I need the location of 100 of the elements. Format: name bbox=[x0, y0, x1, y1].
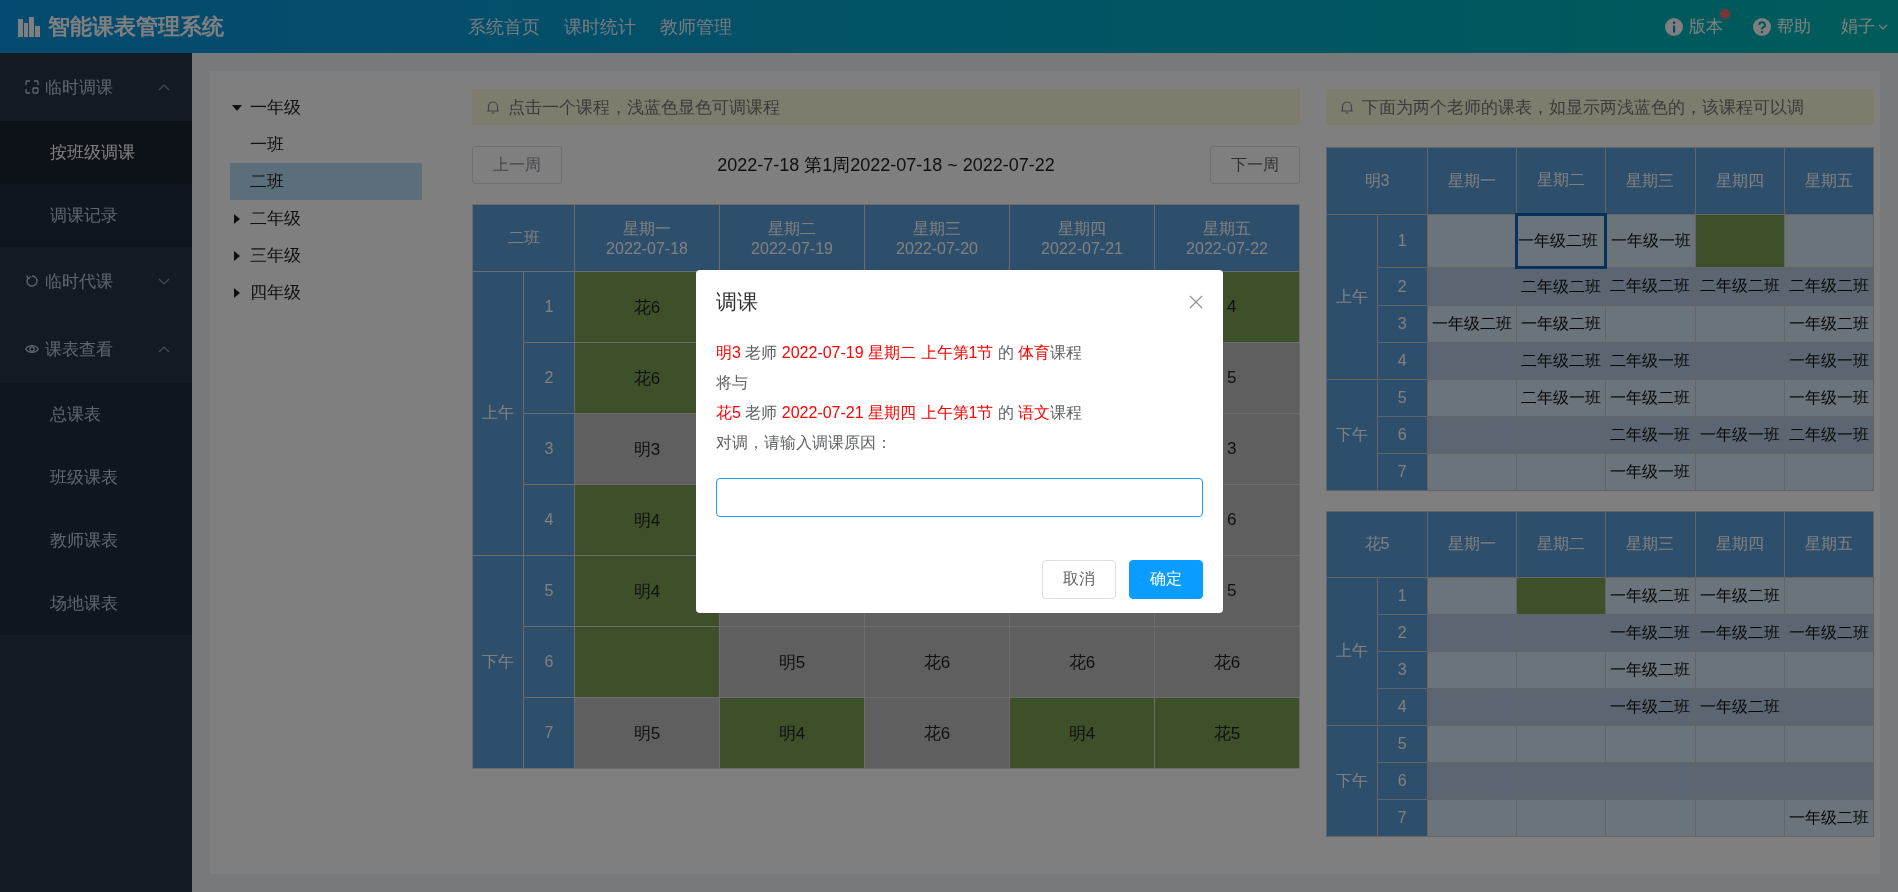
slot-number: 5 bbox=[1377, 725, 1428, 763]
column-header: 星期一 bbox=[1427, 511, 1517, 578]
lesson-cell[interactable]: 一年级二班 bbox=[1516, 305, 1606, 343]
lesson-cell[interactable]: 二年级二班 bbox=[1695, 267, 1785, 306]
lesson-cell[interactable]: 一年级一班 bbox=[1605, 214, 1696, 268]
slot-number: 2 bbox=[523, 342, 575, 414]
lesson-cell[interactable] bbox=[1695, 214, 1785, 268]
lesson-cell[interactable]: 明4 bbox=[1009, 697, 1155, 769]
lesson-cell[interactable]: 二年级二班 bbox=[1784, 267, 1874, 306]
tree-node[interactable]: 一年级 bbox=[230, 89, 422, 126]
cancel-button[interactable]: 取消 bbox=[1042, 560, 1116, 599]
lesson-cell[interactable]: 花6 bbox=[1154, 626, 1300, 698]
menu-item[interactable]: 场地课表 bbox=[0, 572, 192, 635]
menu-group[interactable]: 临时代课 bbox=[0, 247, 192, 315]
bell-icon bbox=[1340, 99, 1354, 115]
nav-link[interactable]: 教师管理 bbox=[660, 14, 732, 39]
caret-icon bbox=[1878, 23, 1888, 30]
column-header: 星期四 bbox=[1695, 147, 1785, 215]
user-menu[interactable]: 娟子 bbox=[1841, 15, 1888, 38]
column-header: 星期三 bbox=[1605, 511, 1696, 578]
confirm-button[interactable]: 确定 bbox=[1129, 560, 1203, 599]
weekday-label: 星期一 bbox=[622, 218, 672, 239]
corner-header: 二班 bbox=[472, 204, 575, 272]
slot-number: 6 bbox=[523, 626, 575, 698]
column-header: 星期二 bbox=[1516, 147, 1606, 215]
lesson-cell[interactable]: 花6 bbox=[864, 697, 1010, 769]
lesson-cell[interactable]: 一年级一班 bbox=[1605, 453, 1696, 491]
lesson-cell[interactable]: 一年级二班 bbox=[1605, 379, 1696, 417]
lesson-cell[interactable]: 二年级一班 bbox=[1605, 342, 1696, 380]
lesson-cell[interactable]: 二年级一班 bbox=[1605, 416, 1696, 454]
menu-item[interactable]: 按班级调课 bbox=[0, 121, 192, 184]
close-icon bbox=[1189, 295, 1203, 309]
tree-node[interactable]: 四年级 bbox=[230, 274, 422, 311]
chevron-up-icon bbox=[158, 83, 170, 91]
notice-text: 下面为两个老师的课表，如显示两浅蓝色的，该课程可以调 bbox=[1362, 96, 1804, 119]
lesson-cell[interactable] bbox=[1516, 577, 1606, 615]
logo-icon bbox=[18, 16, 40, 37]
menu-item[interactable]: 调课记录 bbox=[0, 184, 192, 247]
help-icon bbox=[1753, 17, 1771, 36]
slot-number: 4 bbox=[523, 484, 575, 556]
next-week-button[interactable]: 下一周 bbox=[1210, 146, 1300, 184]
lesson-cell[interactable]: 二年级二班 bbox=[1516, 342, 1606, 380]
slot-number: 4 bbox=[1377, 342, 1428, 380]
tree-node[interactable]: 二年级 bbox=[230, 200, 422, 237]
triangle-right-icon bbox=[232, 287, 242, 298]
lesson-cell[interactable]: 花5 bbox=[1154, 697, 1300, 769]
lesson-cell[interactable]: 花6 bbox=[864, 626, 1010, 698]
lesson-cell[interactable]: 二年级一班 bbox=[1516, 379, 1606, 417]
lesson-cell[interactable]: 一年级二班 bbox=[1516, 214, 1606, 268]
lesson-cell[interactable]: 一年级二班 bbox=[1784, 614, 1874, 652]
lesson-cell[interactable]: 一年级二班 bbox=[1427, 305, 1517, 343]
slot-number: 7 bbox=[1377, 453, 1428, 491]
lesson-cell[interactable]: 二年级二班 bbox=[1605, 267, 1696, 306]
tree-node[interactable]: 一班 bbox=[230, 126, 422, 163]
header-link[interactable]: 版本 bbox=[1665, 9, 1730, 38]
lesson-cell[interactable]: 二年级一班 bbox=[1784, 416, 1874, 454]
tree-node[interactable]: 三年级 bbox=[230, 237, 422, 274]
menu-item[interactable]: 总课表 bbox=[0, 383, 192, 446]
lesson-cell[interactable]: 一年级二班 bbox=[1695, 688, 1785, 726]
slot-number: 3 bbox=[1377, 305, 1428, 343]
lesson-cell[interactable]: 明5 bbox=[719, 626, 865, 698]
slot-number: 2 bbox=[1377, 614, 1428, 652]
nav-link[interactable]: 课时统计 bbox=[564, 14, 636, 39]
lesson-cell[interactable]: 一年级一班 bbox=[1784, 342, 1874, 380]
lesson-cell[interactable]: 一年级一班 bbox=[1784, 379, 1874, 417]
lesson-cell[interactable]: 一年级二班 bbox=[1695, 614, 1785, 652]
lesson-cell[interactable]: 一年级二班 bbox=[1695, 577, 1785, 615]
reason-field[interactable] bbox=[716, 478, 1203, 517]
slot-number: 2 bbox=[1377, 267, 1428, 306]
lesson-cell[interactable]: 明5 bbox=[574, 697, 720, 769]
menu-item[interactable]: 教师课表 bbox=[0, 509, 192, 572]
slot-number: 1 bbox=[1377, 214, 1428, 268]
tree-node[interactable]: 二班 bbox=[230, 163, 422, 200]
lesson-cell[interactable]: 二年级二班 bbox=[1516, 267, 1606, 306]
menu-item[interactable]: 班级课表 bbox=[0, 446, 192, 509]
period-label: 下午 bbox=[1326, 379, 1377, 491]
lesson-cell[interactable]: 一年级二班 bbox=[1605, 688, 1696, 726]
triangle-down-icon bbox=[232, 102, 242, 113]
lesson-cell[interactable]: 花6 bbox=[1009, 626, 1155, 698]
chevron-up-icon bbox=[158, 345, 170, 353]
lesson-cell[interactable]: 一年级一班 bbox=[1695, 416, 1785, 454]
triangle-right-icon bbox=[232, 213, 242, 224]
date-label: 2022-07-22 bbox=[1185, 239, 1269, 258]
lesson-cell[interactable]: 一年级二班 bbox=[1784, 305, 1874, 343]
nav-link[interactable]: 系统首页 bbox=[468, 14, 540, 39]
lesson-cell[interactable]: 一年级二班 bbox=[1784, 799, 1874, 837]
app-title: 智能课表管理系统 bbox=[48, 12, 224, 41]
menu-group[interactable]: 课表查看 bbox=[0, 315, 192, 383]
lesson-cell[interactable]: 明4 bbox=[719, 697, 865, 769]
date-label: 2022-07-18 bbox=[605, 239, 689, 258]
weekday-label: 星期三 bbox=[912, 218, 962, 239]
lesson-cell[interactable]: 一年级二班 bbox=[1605, 577, 1696, 615]
lesson-cell[interactable] bbox=[574, 626, 720, 698]
menu-group[interactable]: 临时调课 bbox=[0, 53, 192, 121]
header-link[interactable]: 帮助 bbox=[1753, 15, 1811, 38]
lesson-cell[interactable]: 一年级二班 bbox=[1605, 614, 1696, 652]
period-label: 下午 bbox=[472, 555, 524, 769]
lesson-cell[interactable]: 一年级二班 bbox=[1605, 651, 1696, 689]
week-title: 2022-7-18 第1周2022-07-18 ~ 2022-07-22 bbox=[717, 154, 1055, 177]
slot-number: 4 bbox=[1377, 688, 1428, 726]
